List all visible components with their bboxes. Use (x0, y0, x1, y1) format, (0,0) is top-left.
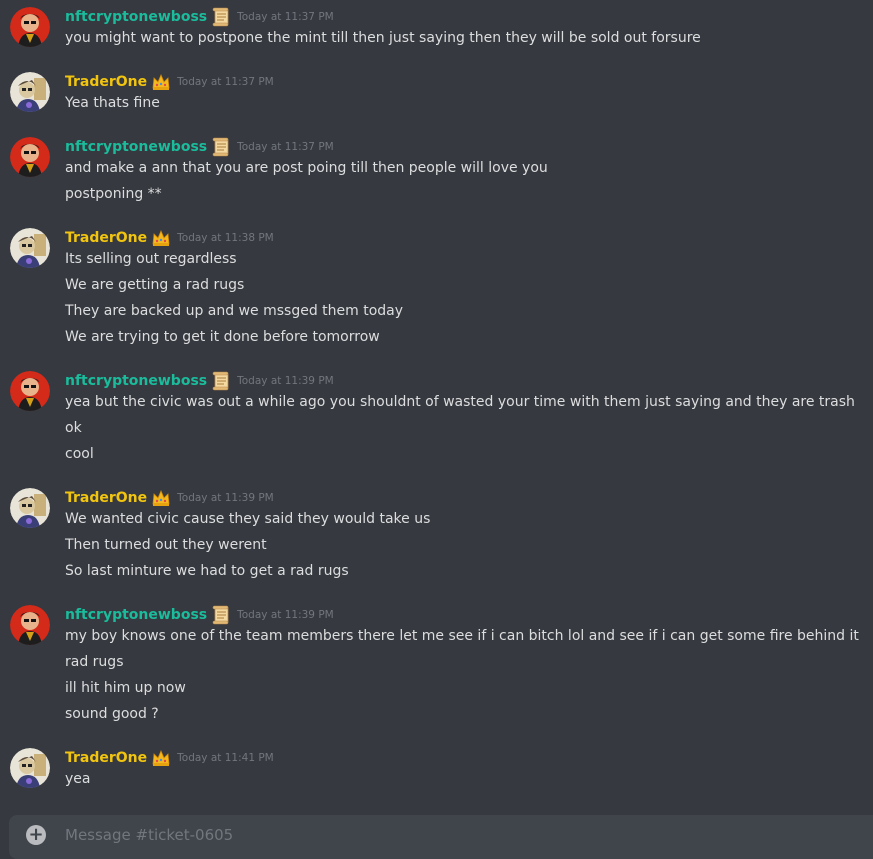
message-text: Its selling out regardless (65, 251, 237, 267)
message-group: nftcryptonewboss Today at 11:39 PM yea but… (0, 366, 873, 470)
message-group: TraderOne Today at 11:39 PM We wanted civi… (0, 483, 873, 587)
timestamp: Today at 11:39 PM (237, 609, 334, 621)
message-group: nftcryptonewboss Today at 11:37 PM you mig… (0, 2, 873, 54)
timestamp: Today at 11:38 PM (177, 232, 274, 244)
message-header: TraderOne Today at 11:39 PM (65, 487, 274, 509)
user-avatar[interactable] (10, 228, 50, 268)
message-group: TraderOne Today at 11:37 PM Yea thats fine (0, 67, 873, 119)
message-text: postponing ** (65, 186, 162, 202)
message-group: nftcryptonewboss Today at 11:39 PM my boy … (0, 600, 873, 730)
crown-icon (151, 72, 171, 92)
username[interactable]: TraderOne (65, 230, 147, 246)
message-text: my boy knows one of the team members the… (65, 628, 859, 644)
message-text: sound good ? (65, 706, 159, 722)
scroll-icon (211, 605, 231, 625)
message-input[interactable]: Message #ticket-0605 (65, 826, 233, 844)
timestamp: Today at 11:39 PM (177, 492, 274, 504)
message-text: Then turned out they werent (65, 537, 267, 553)
message-group: TraderOne Today at 11:41 PM yea (0, 743, 873, 795)
add-attachment-icon[interactable]: + (26, 825, 46, 845)
message-text: We are getting a rad rugs (65, 277, 245, 293)
timestamp: Today at 11:39 PM (237, 375, 334, 387)
username[interactable]: TraderOne (65, 750, 147, 766)
message-header: nftcryptonewboss Today at 11:37 PM (65, 6, 334, 28)
chat-messages: nftcryptonewboss Today at 11:37 PM you mig… (0, 0, 873, 812)
message-header: nftcryptonewboss Today at 11:39 PM (65, 604, 334, 626)
message-header: TraderOne Today at 11:41 PM (65, 747, 274, 769)
message-text: ill hit him up now (65, 680, 186, 696)
user-avatar[interactable] (10, 7, 50, 47)
username[interactable]: nftcryptonewboss (65, 139, 207, 155)
username[interactable]: nftcryptonewboss (65, 9, 207, 25)
message-text: We are trying to get it done before tomo… (65, 329, 380, 345)
message-text: you might want to postpone the mint till… (65, 30, 701, 46)
message-composer[interactable]: + Message #ticket-0605 (9, 815, 873, 859)
crown-icon (151, 228, 171, 248)
message-text: They are backed up and we mssged them to… (65, 303, 404, 319)
scroll-icon (211, 371, 231, 391)
message-text: yea but the civic was out a while ago yo… (65, 394, 855, 410)
scroll-icon (211, 7, 231, 27)
message-header: nftcryptonewboss Today at 11:39 PM (65, 370, 334, 392)
timestamp: Today at 11:37 PM (237, 141, 334, 153)
message-text: Yea thats fine (65, 95, 160, 111)
timestamp: Today at 11:37 PM (237, 11, 334, 23)
user-avatar[interactable] (10, 488, 50, 528)
username[interactable]: TraderOne (65, 74, 147, 90)
message-text: So last minture we had to get a rad rugs (65, 563, 349, 579)
message-header: nftcryptonewboss Today at 11:37 PM (65, 136, 334, 158)
message-text: We wanted civic cause they said they wou… (65, 511, 431, 527)
user-avatar[interactable] (10, 72, 50, 112)
message-text: yea (65, 771, 91, 787)
message-text: ok (65, 420, 82, 436)
username[interactable]: nftcryptonewboss (65, 607, 207, 623)
user-avatar[interactable] (10, 605, 50, 645)
username[interactable]: TraderOne (65, 490, 147, 506)
crown-icon (151, 748, 171, 768)
user-avatar[interactable] (10, 748, 50, 788)
timestamp: Today at 11:37 PM (177, 76, 274, 88)
message-header: TraderOne Today at 11:37 PM (65, 71, 274, 93)
user-avatar[interactable] (10, 371, 50, 411)
username[interactable]: nftcryptonewboss (65, 373, 207, 389)
message-group: nftcryptonewboss Today at 11:37 PM and mak… (0, 132, 873, 210)
message-group: TraderOne Today at 11:38 PM Its selling ou… (0, 223, 873, 353)
message-header: TraderOne Today at 11:38 PM (65, 227, 274, 249)
message-text: cool (65, 446, 94, 462)
scroll-icon (211, 137, 231, 157)
message-text: rad rugs (65, 654, 124, 670)
timestamp: Today at 11:41 PM (177, 752, 274, 764)
user-avatar[interactable] (10, 137, 50, 177)
message-text: and make a ann that you are post poing t… (65, 160, 548, 176)
crown-icon (151, 488, 171, 508)
